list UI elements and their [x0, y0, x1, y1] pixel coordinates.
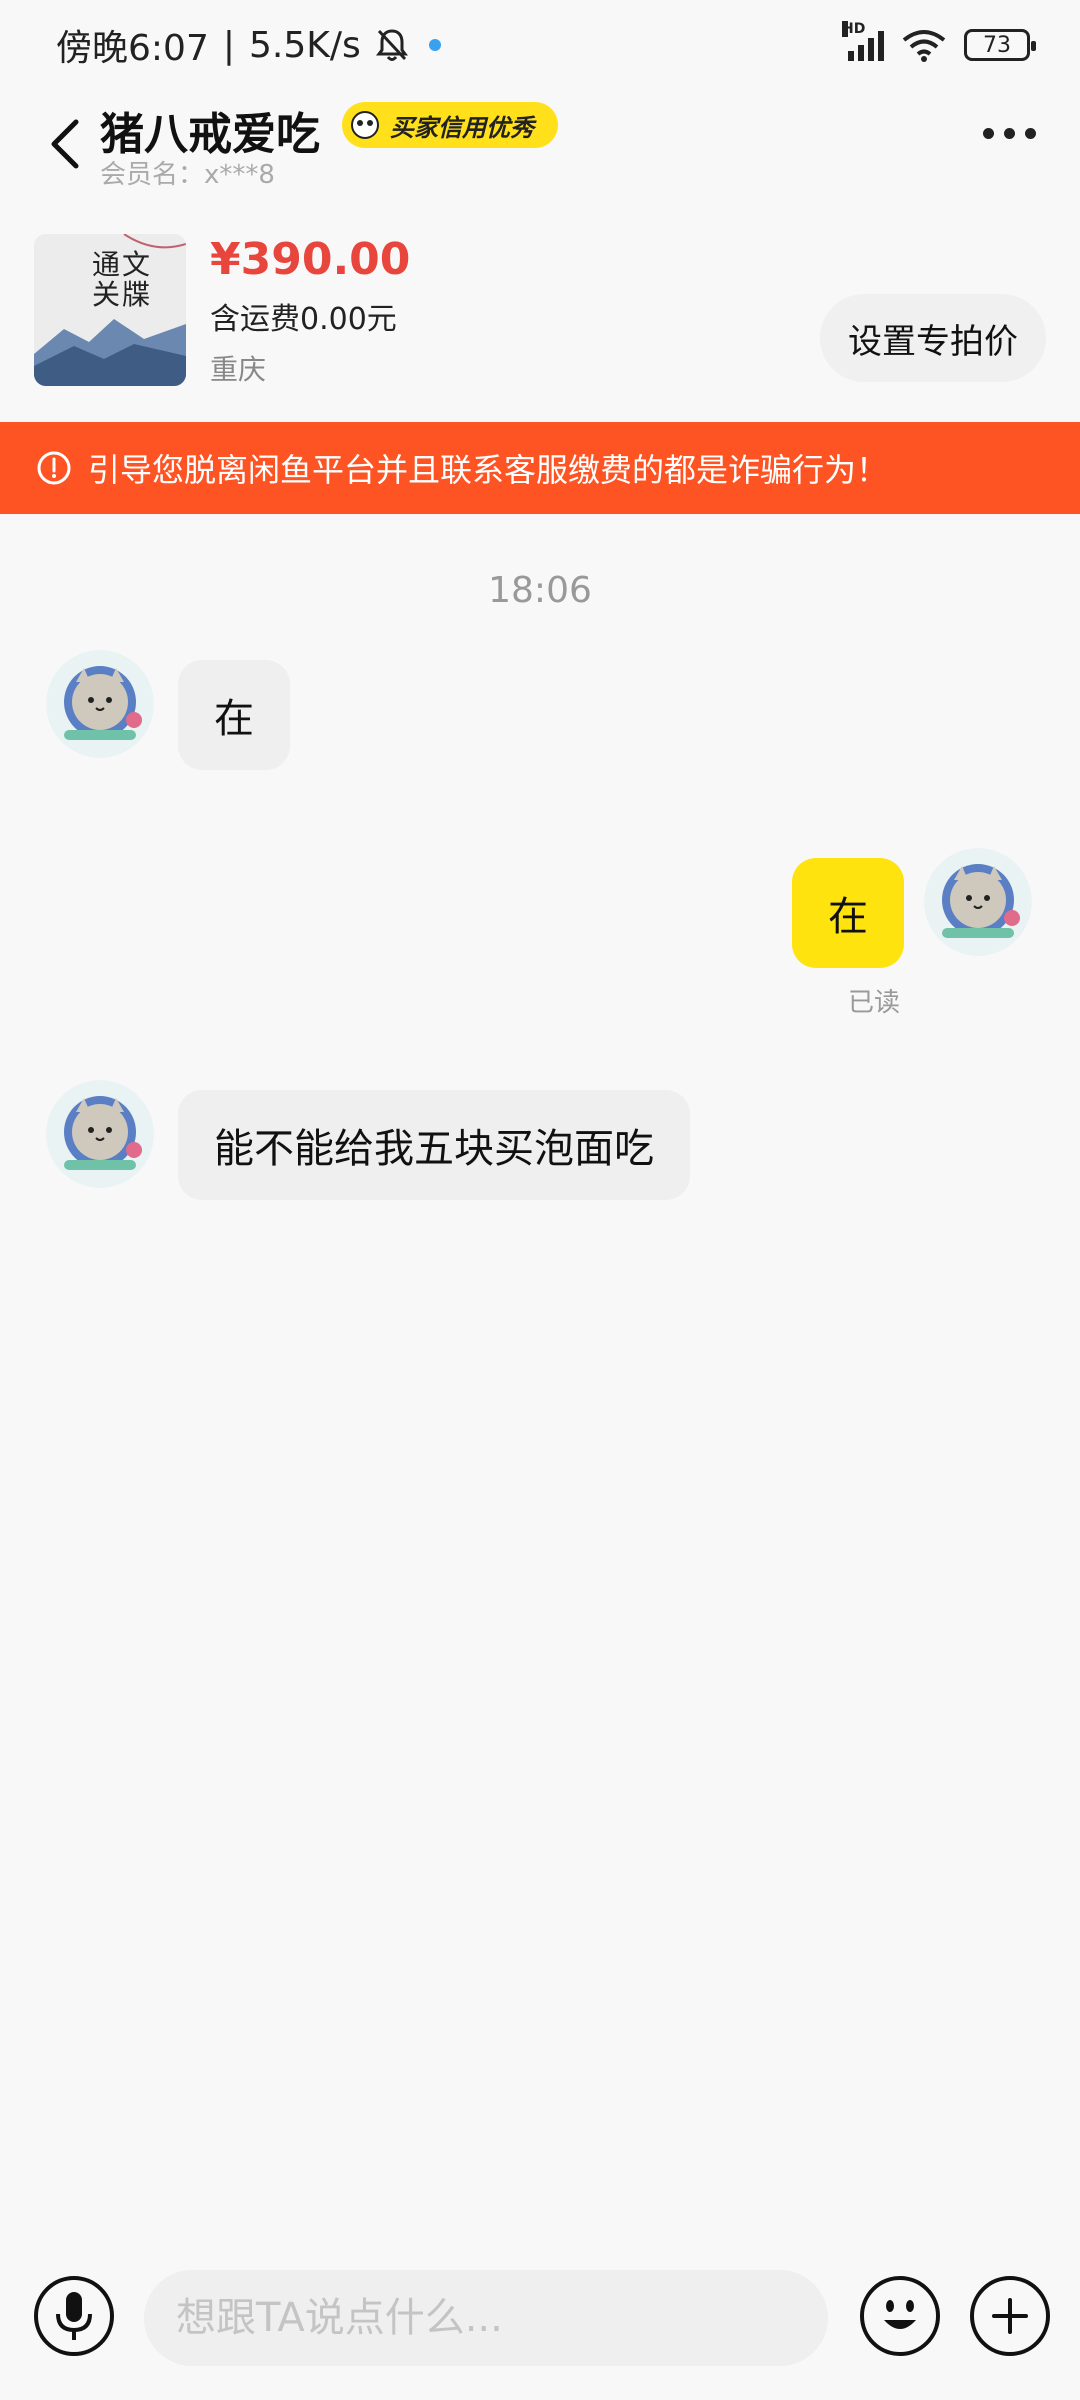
- warning-text: 引导您脱离闲鱼平台并且联系客服缴费的都是诈骗行为！: [88, 451, 889, 489]
- voice-button[interactable]: [34, 2276, 114, 2356]
- cat-avatar-icon: [924, 848, 1032, 956]
- set-special-price-button[interactable]: 设置专拍价: [820, 294, 1046, 382]
- warning-icon: [37, 451, 71, 485]
- read-status: 已读: [848, 988, 901, 1018]
- cat-avatar-icon: [46, 650, 154, 758]
- product-card[interactable]: 通 关 文 牒 ¥390.00 含运费0.00元 重庆 设置专拍价: [0, 210, 1080, 420]
- status-divider: |: [222, 24, 235, 66]
- status-left: 傍晚6:07 | 5.5K/s: [56, 19, 441, 71]
- dot-icon: [1004, 128, 1015, 139]
- status-time: 傍晚6:07: [56, 28, 209, 69]
- credit-badge-label: 买家信用优秀: [390, 113, 534, 142]
- cat-avatar-icon: [46, 1080, 154, 1188]
- book-cover-icon: 通 关 文 牒: [34, 234, 186, 386]
- svg-text:文: 文: [122, 248, 150, 281]
- svg-text:牒: 牒: [122, 278, 150, 311]
- message-bubble-incoming[interactable]: 在: [178, 660, 290, 770]
- cell-signal-icon: HD: [842, 21, 884, 61]
- bell-mute-icon: [375, 29, 408, 61]
- contact-name: 猪八戒爱吃: [100, 109, 320, 160]
- product-price: ¥390.00: [210, 234, 411, 285]
- battery-icon: 73: [964, 29, 1036, 61]
- emoji-button[interactable]: [860, 2276, 940, 2356]
- message-bubble-outgoing[interactable]: 在: [792, 858, 904, 968]
- more-options-button[interactable]: [983, 128, 1036, 139]
- product-image[interactable]: 通 关 文 牒: [34, 234, 186, 386]
- smiley-icon: [884, 2300, 916, 2329]
- contact-avatar[interactable]: [46, 1080, 154, 1188]
- member-name: 会员名：x***8: [100, 160, 275, 190]
- more-actions-button[interactable]: [970, 2276, 1050, 2356]
- back-button[interactable]: [44, 114, 88, 174]
- battery-level: 73: [983, 32, 1011, 58]
- status-right: HD 73: [842, 21, 1036, 62]
- svg-text:关: 关: [92, 278, 120, 311]
- message-input[interactable]: [144, 2270, 828, 2366]
- notification-dot-icon: [428, 39, 441, 51]
- wifi-icon: [902, 30, 946, 62]
- fish-mascot-icon: [351, 111, 379, 139]
- my-avatar[interactable]: [924, 848, 1032, 956]
- status-speed: 5.5K/s: [248, 24, 361, 66]
- contact-avatar[interactable]: [46, 650, 154, 758]
- microphone-icon: [56, 2292, 92, 2340]
- status-bar: 傍晚6:07 | 5.5K/s HD 73: [0, 0, 1080, 90]
- product-location: 重庆: [210, 353, 267, 386]
- chat-header: 猪八戒爱吃 买家信用优秀 会员名：x***8: [0, 90, 1080, 202]
- message-input-bar: [0, 2262, 1080, 2372]
- credit-badge: 买家信用优秀: [342, 102, 558, 148]
- plus-icon: [992, 2298, 1028, 2334]
- book-title-text: 通: [92, 248, 120, 281]
- hd-label: HD: [842, 21, 866, 37]
- message-bubble-incoming[interactable]: 能不能给我五块买泡面吃: [178, 1090, 690, 1200]
- chat-timestamp: 18:06: [488, 570, 592, 611]
- fraud-warning-banner: 引导您脱离闲鱼平台并且联系客服缴费的都是诈骗行为！: [0, 422, 1080, 514]
- dot-icon: [983, 128, 994, 139]
- dot-icon: [1025, 128, 1036, 139]
- shipping-fee: 含运费0.00元: [210, 302, 397, 337]
